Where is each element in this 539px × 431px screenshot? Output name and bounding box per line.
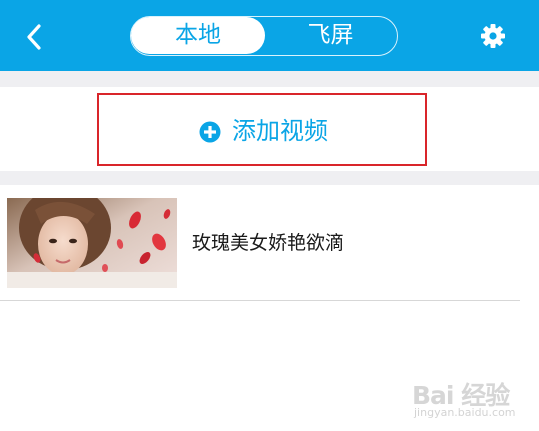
source-tab-switcher: 本地 飞屏 — [130, 16, 398, 56]
add-video-button[interactable]: 添加视频 — [97, 93, 427, 166]
settings-button[interactable] — [479, 22, 507, 50]
section-divider — [0, 71, 539, 87]
watermark: Bai 经验 jingyan.baidu.com — [400, 370, 530, 425]
top-navigation-bar: 本地 飞屏 — [0, 0, 539, 71]
section-divider — [0, 171, 539, 185]
video-list-item[interactable]: 玫瑰美女娇艳欲滴 — [0, 185, 539, 300]
plus-circle-icon — [199, 121, 221, 143]
back-button[interactable] — [18, 20, 52, 54]
chevron-left-icon — [27, 24, 41, 50]
add-video-row: 添加视频 — [0, 87, 539, 171]
tab-local[interactable]: 本地 — [131, 17, 265, 54]
video-title: 玫瑰美女娇艳欲滴 — [192, 232, 345, 254]
tab-flyscreen[interactable]: 飞屏 — [265, 17, 396, 54]
video-thumbnail — [7, 198, 177, 288]
gear-icon — [481, 24, 505, 48]
app-screen: 本地 飞屏 添加视频 玫瑰美女娇艳欲滴 Bai 经验 jingyan.baidu… — [0, 0, 539, 431]
list-divider — [0, 300, 520, 301]
watermark-domain: jingyan.baidu.com — [414, 406, 516, 419]
add-video-label: 添加视频 — [232, 117, 328, 145]
